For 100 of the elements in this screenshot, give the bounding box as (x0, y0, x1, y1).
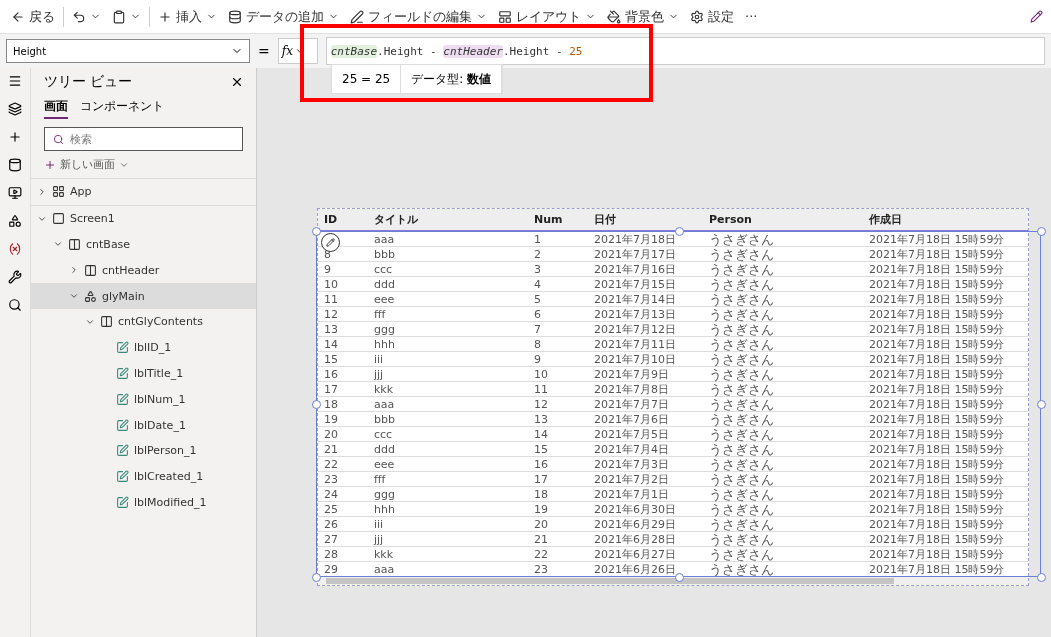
fx-button[interactable]: fx (277, 38, 318, 64)
table-cell-text: 2021年7月13日 (594, 308, 677, 320)
table-cell-text: 17 (534, 473, 549, 485)
edit-fields-button[interactable]: フィールドの編集 (347, 5, 490, 28)
column-header: ID (324, 214, 339, 225)
resize-handle[interactable] (1037, 573, 1046, 582)
data-icon (228, 9, 242, 24)
table-cell-text: 2021年7月18日 15時59分 (869, 248, 1006, 260)
tree-item[interactable]: lblCreated_1 (31, 463, 256, 490)
table-cell-text: うさぎさん (709, 487, 775, 501)
scrollbar[interactable] (318, 577, 1028, 585)
resize-handle[interactable] (312, 227, 321, 236)
resize-handle[interactable] (312, 400, 321, 409)
table-cell-text: iii (374, 518, 385, 530)
table-cell-text: うさぎさん (709, 277, 775, 291)
resize-handle[interactable] (312, 573, 321, 582)
layers-icon[interactable] (8, 102, 22, 116)
tree-item[interactable]: lblNum_1 (31, 386, 256, 413)
table-cell-text: eee (374, 293, 396, 305)
table-cell-text: 22 (534, 548, 549, 560)
table-cell-text: kkk (374, 548, 395, 560)
table-cell-text: ggg (374, 323, 396, 335)
variable-icon[interactable] (8, 242, 22, 256)
table-cell-text: fff (374, 473, 387, 485)
more-button[interactable]: ··· (742, 7, 761, 26)
table-cell-text: うさぎさん (709, 352, 775, 366)
table-cell-text: ccc (374, 263, 394, 275)
table-cell-text: うさぎさん (709, 547, 775, 561)
table-cell-text: 14 (534, 428, 549, 440)
table-cell-text: 2021年7月18日 15時59分 (869, 398, 1006, 410)
tree-item[interactable]: cntGlyContents (31, 309, 256, 335)
table-cell-text: うさぎさん (709, 292, 775, 306)
tree-item[interactable]: lblTitle_1 (31, 360, 256, 387)
table-cell-text: 2021年7月3日 (594, 458, 670, 470)
close-icon[interactable] (230, 75, 244, 89)
menu-icon[interactable] (8, 74, 22, 88)
table-cell-text: 2021年7月18日 15時59分 (869, 428, 1006, 440)
resize-handle[interactable] (674, 227, 684, 236)
search-field[interactable]: 検索 (44, 127, 243, 151)
table-cell-text: 21 (324, 443, 339, 455)
table-cell-text: 2021年7月10日 (594, 353, 677, 365)
formula-field[interactable]: cntBase.Height - cntHeader.Height - 25 (325, 37, 1045, 65)
table-cell-text: 2021年7月12日 (594, 323, 677, 335)
table-cell-text: 11 (534, 383, 549, 395)
database-icon[interactable] (8, 158, 22, 172)
label-icon (116, 495, 129, 509)
table-cell-text: 7 (534, 323, 542, 335)
panel-title: ツリー ビュー (44, 73, 133, 91)
tree-item[interactable]: Screen1 (31, 204, 256, 232)
back-button[interactable]: 戻る (8, 5, 58, 28)
tree-item[interactable]: lblID_1 (31, 334, 256, 361)
media-icon[interactable] (8, 186, 22, 200)
tree-item[interactable]: App (31, 178, 256, 205)
table-cell-text: 2021年7月18日 15時59分 (869, 503, 1006, 515)
layout-button[interactable]: レイアウト (495, 5, 599, 28)
tree-item[interactable]: glyMain (31, 283, 256, 309)
label-icon (116, 392, 129, 406)
new-screen-button[interactable]: 新しい画面 (31, 155, 256, 178)
insert-button[interactable]: 挿入 (155, 5, 220, 28)
table-cell-text: 6 (534, 308, 542, 320)
table-cell-text: 2021年7月8日 (594, 383, 670, 395)
search-icon[interactable] (8, 298, 22, 312)
table-cell-text: 2021年7月11日 (594, 338, 677, 350)
tree-item[interactable]: cntBase (31, 231, 256, 258)
table-cell-text: うさぎさん (709, 427, 775, 441)
chevron-right-icon[interactable] (37, 186, 47, 197)
tools-icon[interactable] (8, 270, 22, 284)
pencil-icon[interactable] (1030, 10, 1043, 23)
tree-item[interactable]: lblModified_1 (31, 489, 256, 516)
shapes-icon[interactable] (8, 214, 22, 228)
chevron-right-icon[interactable] (69, 265, 79, 276)
resize-handle[interactable] (674, 573, 684, 582)
resize-handle[interactable] (1037, 400, 1046, 409)
table-cell-text: 2021年6月30日 (594, 503, 677, 515)
table-cell-text: 2021年7月18日 15時59分 (869, 563, 1006, 575)
table-cell-text: ccc (374, 428, 394, 440)
panel-tab[interactable]: コンポーネント (80, 96, 164, 119)
resize-handle[interactable] (1037, 227, 1046, 236)
tree-item[interactable]: cntHeader (31, 257, 256, 284)
background-button[interactable]: 背景色 (604, 5, 682, 28)
insert-icon[interactable] (8, 130, 22, 144)
table-cell-text: うさぎさん (709, 232, 775, 246)
property-dropdown[interactable]: Height (6, 39, 250, 63)
table-cell-text: 2021年6月29日 (594, 518, 677, 530)
table-cell-text: 3 (534, 263, 542, 275)
table-cell-text: うさぎさん (709, 247, 775, 261)
label-icon (116, 341, 129, 355)
table-cell-text: 2021年7月14日 (594, 293, 677, 305)
tree-item[interactable]: lblPerson_1 (31, 437, 256, 464)
table-cell-text: jjj (374, 368, 385, 380)
label-icon (116, 470, 129, 484)
panel-tab[interactable]: 画面 (44, 96, 68, 119)
table-cell-text: 20 (324, 428, 339, 440)
table-cell-text: 2021年7月18日 15時59分 (869, 368, 1006, 380)
table-cell-text: 2021年7月18日 15時59分 (869, 323, 1006, 335)
tree-item[interactable]: lblDate_1 (31, 412, 256, 438)
settings-button[interactable]: 設定 (687, 5, 737, 28)
add-data-button[interactable]: データの追加 (225, 5, 342, 28)
table-cell-text: 23 (324, 473, 339, 485)
undo-icon (72, 9, 86, 24)
